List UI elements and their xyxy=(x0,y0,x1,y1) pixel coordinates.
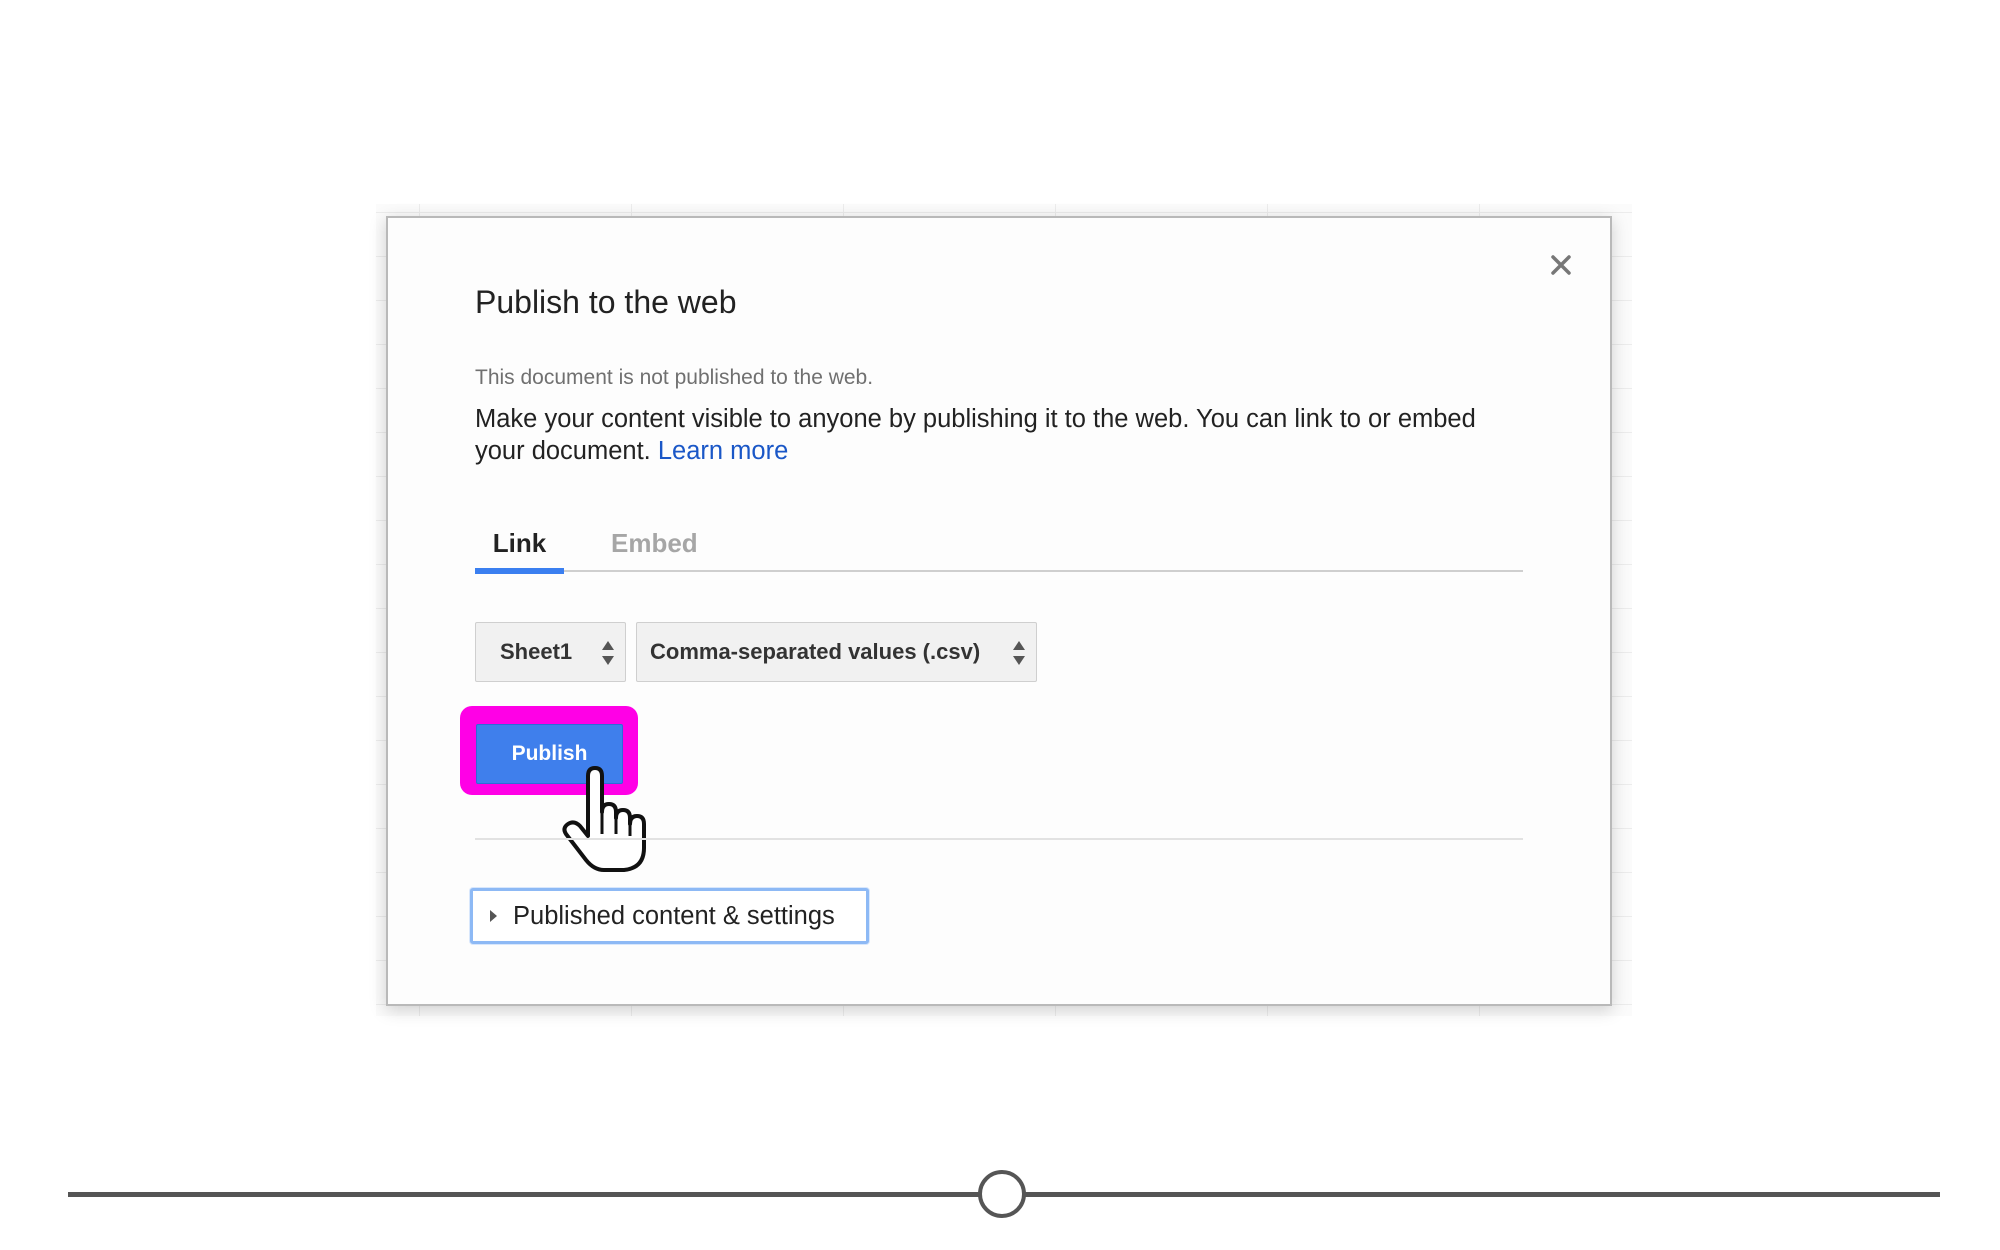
tab-link[interactable]: Link xyxy=(475,528,564,574)
format-select[interactable]: Comma-separated values (.csv) xyxy=(636,622,1037,682)
format-select-value: Comma-separated values (.csv) xyxy=(650,639,981,664)
dialog-description: Make your content visible to anyone by p… xyxy=(475,403,1485,467)
settings-toggle-label: Published content & settings xyxy=(513,901,835,930)
tab-embed[interactable]: Embed xyxy=(611,528,698,570)
sheet-select[interactable]: Sheet1 xyxy=(475,622,626,682)
close-button[interactable] xyxy=(1544,248,1578,282)
up-down-arrows-icon xyxy=(602,641,614,665)
hand-pointer-icon xyxy=(562,766,646,872)
divider xyxy=(475,838,1523,840)
close-icon xyxy=(1551,255,1571,275)
tab-bar: Link Embed xyxy=(475,528,1523,574)
published-content-settings-toggle[interactable]: Published content & settings xyxy=(470,888,869,944)
slider-handle[interactable] xyxy=(978,1170,1026,1218)
learn-more-link[interactable]: Learn more xyxy=(658,437,788,465)
publish-status: This document is not published to the we… xyxy=(475,366,874,389)
description-text: Make your content visible to anyone by p… xyxy=(475,405,1476,465)
publish-dialog: Publish to the web This document is not … xyxy=(386,216,1612,1006)
dialog-title: Publish to the web xyxy=(475,284,737,320)
sheet-select-value: Sheet1 xyxy=(500,639,573,664)
caret-right-icon xyxy=(490,910,497,922)
up-down-arrows-icon xyxy=(1013,641,1025,665)
